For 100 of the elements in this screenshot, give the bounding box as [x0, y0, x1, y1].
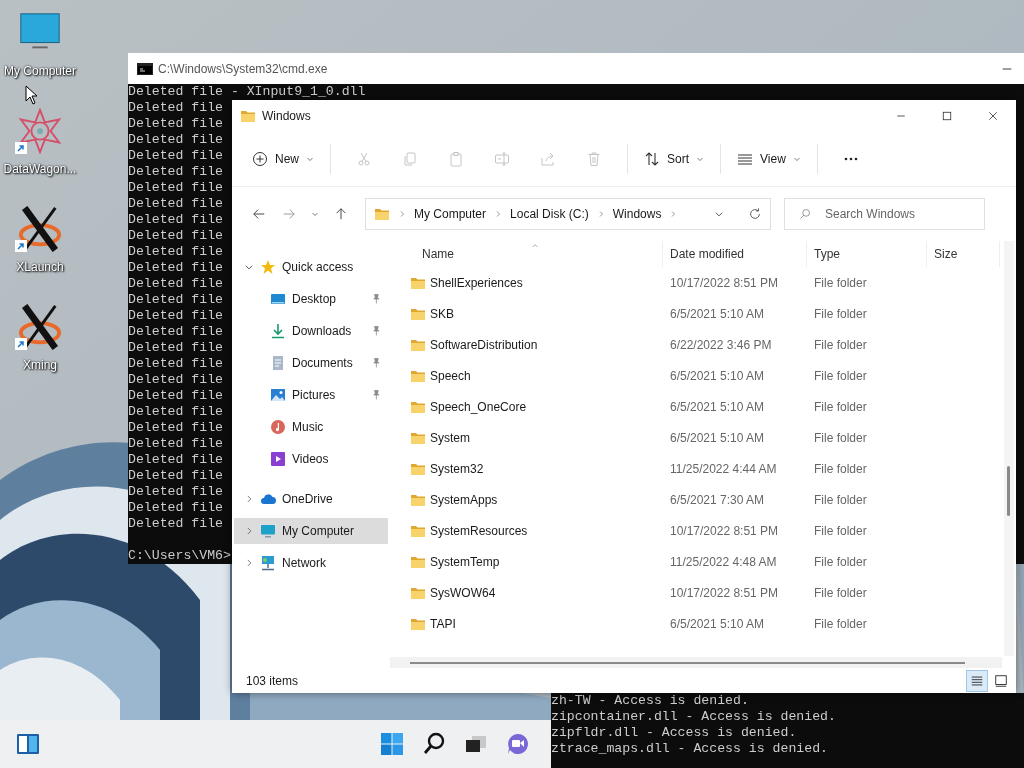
console-line: Deleted file: [128, 244, 223, 260]
file-row[interactable]: System 6/5/2021 5:10 AM File folder: [390, 422, 1016, 453]
column-header[interactable]: Size: [927, 241, 1000, 267]
file-name: SystemResources: [430, 523, 528, 538]
file-name: SystemTemp: [430, 554, 500, 569]
navigation-item[interactable]: Downloads: [234, 318, 388, 344]
file-row[interactable]: SysWOW64 10/17/2022 8:51 PM File folder: [390, 577, 1016, 608]
navigation-item[interactable]: Quick access: [234, 254, 388, 280]
sort-icon: [644, 151, 660, 167]
breadcrumb-item[interactable]: Local Disk (C:): [510, 207, 589, 221]
date-modified: 11/25/2022 4:48 AM: [670, 554, 777, 569]
column-header[interactable]: Type: [807, 241, 927, 267]
date-modified: 10/17/2022 8:51 PM: [670, 585, 779, 600]
navigation-item[interactable]: OneDrive: [234, 486, 388, 512]
sort-button[interactable]: Sort: [638, 142, 711, 176]
chat-icon[interactable]: [506, 732, 530, 756]
caret-icon: [311, 210, 319, 218]
copy-icon: [402, 151, 418, 167]
file-type: File folder: [814, 275, 867, 290]
horizontal-scrollbar[interactable]: [390, 657, 1002, 668]
console-line: Deleted file: [128, 212, 223, 228]
navigation-label: Downloads: [292, 324, 352, 338]
details-view-icon: [970, 673, 984, 688]
x-logo-icon[interactable]: [17, 206, 63, 252]
expand-chevron-icon[interactable]: [244, 494, 254, 504]
console-line: Deleted file: [128, 420, 223, 436]
caret-icon: [306, 155, 314, 163]
navigation-item[interactable]: Music: [234, 414, 388, 440]
console-line: Deleted file: [128, 452, 223, 468]
console-line: Deleted file - XInput9_1_0.dll: [128, 84, 366, 100]
close-icon: [987, 110, 999, 122]
navigation-item[interactable]: Documents: [234, 350, 388, 376]
column-header[interactable]: Date modified: [663, 241, 807, 267]
navigation-label: Music: [292, 420, 324, 434]
window-title: Windows: [262, 109, 312, 123]
console-line: Deleted file: [128, 164, 223, 180]
file-row[interactable]: SystemResources 10/17/2022 8:51 PM File folder: [390, 515, 1016, 546]
console-line: Deleted file: [128, 356, 223, 372]
navigation-label: OneDrive: [282, 492, 333, 506]
breadcrumb-item[interactable]: Windows: [612, 207, 662, 221]
sort-ascending-icon: [530, 241, 540, 247]
navigation-item[interactable]: Network: [234, 550, 388, 576]
start-icon[interactable]: [380, 732, 404, 756]
folder-icon: [240, 108, 256, 124]
file-type: File folder: [814, 492, 867, 507]
file-row[interactable]: SystemTemp 11/25/2022 4:48 AM File folder: [390, 546, 1016, 577]
file-type: File folder: [814, 337, 867, 352]
desktop-icon: [270, 291, 286, 307]
up-arrow-icon: [334, 207, 348, 221]
console-icon: [137, 62, 153, 75]
file-row[interactable]: SKB 6/5/2021 5:10 AM File folder: [390, 298, 1016, 329]
file-row[interactable]: SoftwareDistribution 6/22/2022 3:46 PM File folder: [390, 329, 1016, 360]
new-button[interactable]: New: [246, 142, 320, 176]
file-name: SoftwareDistribution: [430, 337, 538, 352]
column-header[interactable]: Name: [390, 241, 663, 267]
file-type: File folder: [814, 523, 867, 538]
file-row[interactable]: Speech 6/5/2021 5:10 AM File folder: [390, 360, 1016, 391]
console-line: Deleted file: [128, 404, 223, 420]
file-row[interactable]: Speech_OneCore 6/5/2021 5:10 AM File folder: [390, 391, 1016, 422]
expand-chevron-icon[interactable]: [244, 526, 254, 536]
refresh-icon[interactable]: [748, 207, 762, 221]
view-button[interactable]: View: [731, 142, 807, 176]
x-logo-icon[interactable]: [17, 304, 63, 350]
folder-icon: [374, 206, 390, 222]
file-name: System: [430, 430, 470, 445]
file-row[interactable]: SystemApps 6/5/2021 7:30 AM File folder: [390, 484, 1016, 515]
navigation-item[interactable]: Desktop: [234, 286, 388, 312]
dropdown-icon[interactable]: [714, 209, 724, 219]
breadcrumb-item[interactable]: My Computer: [414, 207, 487, 221]
date-modified: 6/5/2021 5:10 AM: [670, 430, 765, 445]
console-line: Deleted file: [128, 324, 223, 340]
widgets-icon[interactable]: [16, 732, 40, 756]
details-view-button[interactable]: [966, 669, 988, 692]
chevron-right-icon: [669, 210, 678, 218]
file-row[interactable]: TAPI 6/5/2021 5:10 AM File folder: [390, 608, 1016, 639]
navigation-item[interactable]: Videos: [234, 446, 388, 472]
file-type: File folder: [814, 554, 867, 569]
caret-icon: [792, 155, 801, 163]
console-line: Deleted file: [128, 116, 223, 132]
search-icon[interactable]: [422, 732, 446, 756]
navigation-item[interactable]: My Computer: [234, 518, 388, 544]
star-pattern-icon[interactable]: [17, 108, 63, 154]
trash-icon: [586, 151, 602, 167]
expand-chevron-icon[interactable]: [244, 558, 254, 568]
console-line: Deleted file: [128, 436, 223, 452]
expand-chevron-icon[interactable]: [244, 262, 254, 272]
cloud-icon: [260, 491, 276, 507]
console-line: Deleted file: [128, 260, 223, 276]
search-field[interactable]: Search Windows: [784, 198, 985, 230]
navigation-label: Network: [282, 556, 326, 570]
navigation-item[interactable]: Pictures: [234, 382, 388, 408]
date-modified: 11/25/2022 4:44 AM: [670, 461, 777, 476]
date-modified: 6/5/2021 5:10 AM: [670, 306, 765, 321]
network-icon: [260, 555, 276, 571]
date-modified: 6/22/2022 3:46 PM: [670, 337, 772, 352]
file-row[interactable]: System32 11/25/2022 4:44 AM File folder: [390, 453, 1016, 484]
search-icon: [799, 208, 811, 220]
address-bar[interactable]: My Computer Local Disk (C:) Windows: [365, 198, 771, 230]
vertical-scrollbar[interactable]: [1004, 241, 1014, 656]
file-row[interactable]: ShellExperiences 10/17/2022 8:51 PM File folder: [390, 267, 1016, 298]
